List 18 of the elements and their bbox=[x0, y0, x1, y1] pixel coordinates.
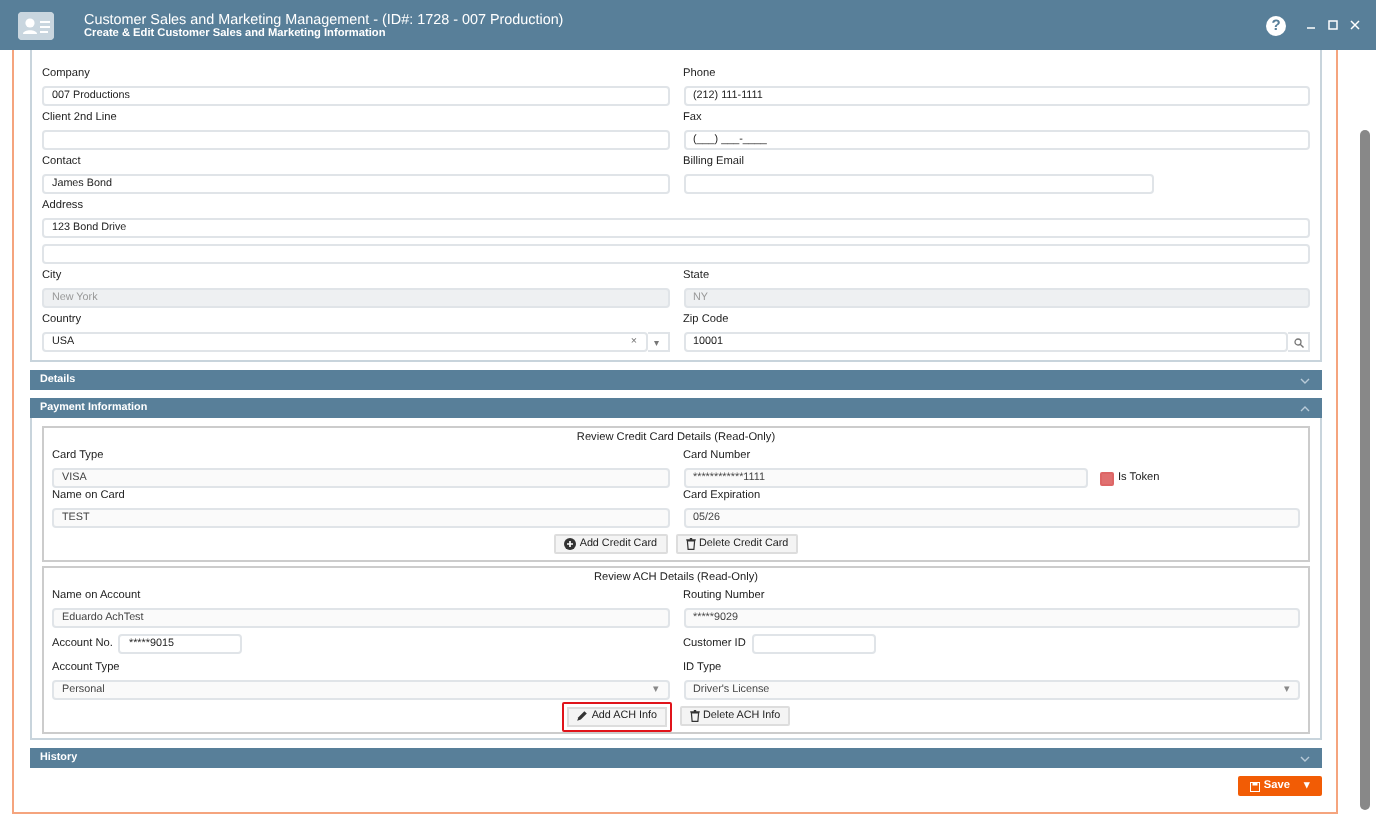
trash-icon bbox=[685, 538, 695, 550]
chevron-down-icon[interactable] bbox=[1300, 755, 1310, 761]
close-icon[interactable] bbox=[1350, 20, 1360, 30]
input-field[interactable] bbox=[42, 130, 669, 150]
contact-card-icon bbox=[18, 11, 54, 39]
trash-icon bbox=[689, 710, 699, 722]
input-field[interactable] bbox=[683, 174, 1154, 194]
pencil-icon bbox=[575, 710, 588, 722]
checkbox[interactable] bbox=[1100, 471, 1114, 485]
input-field[interactable] bbox=[42, 244, 1310, 264]
maximize-icon[interactable] bbox=[1328, 20, 1338, 30]
input-field[interactable] bbox=[751, 634, 876, 654]
search-button[interactable] bbox=[1288, 332, 1310, 352]
plus-circle-icon bbox=[563, 538, 576, 550]
chevron-up-icon[interactable] bbox=[1300, 405, 1310, 411]
floppy-icon bbox=[1249, 781, 1260, 791]
chevron-down-icon[interactable] bbox=[1300, 377, 1310, 383]
search-icon bbox=[1293, 337, 1303, 347]
